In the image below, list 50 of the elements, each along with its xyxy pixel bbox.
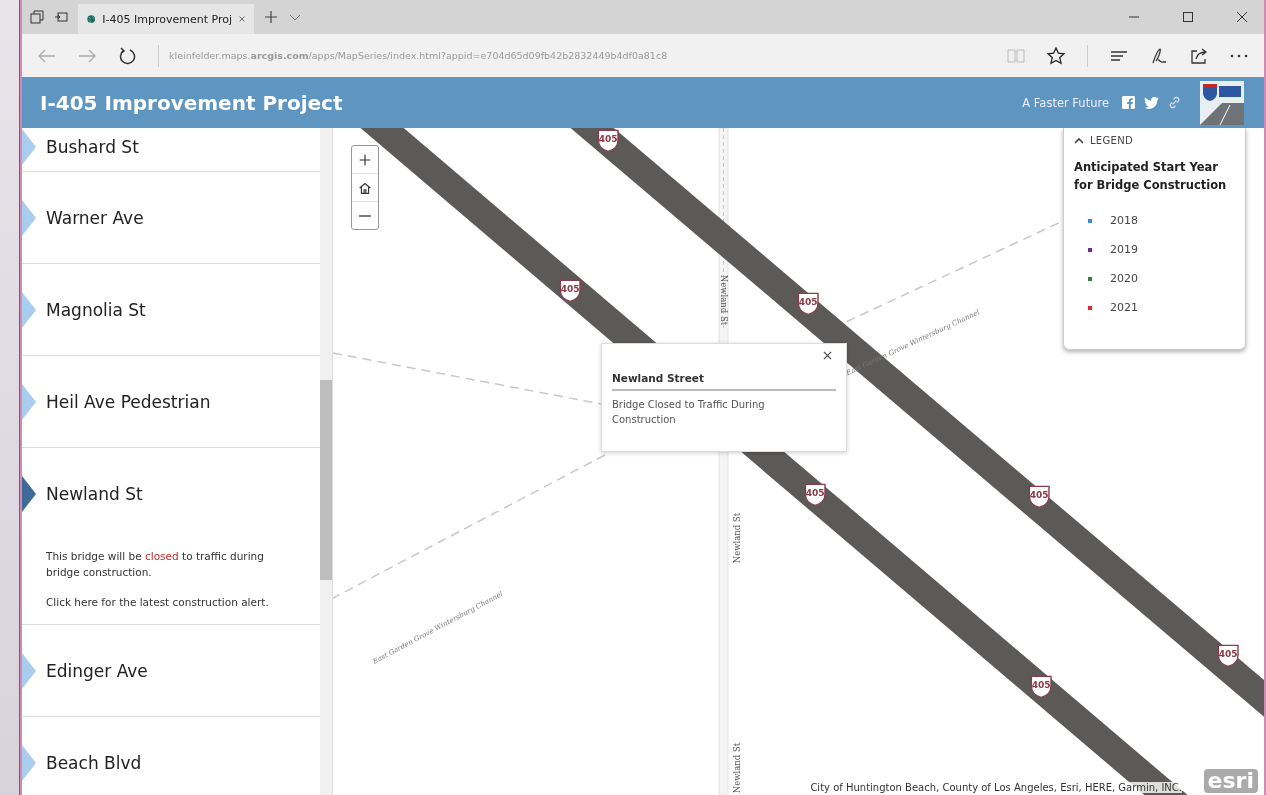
refresh-icon[interactable] (118, 46, 136, 65)
legend-label: 2019 (1110, 243, 1138, 256)
map[interactable] (333, 128, 1264, 795)
zoom-out-icon (358, 214, 372, 217)
legend-label: 2018 (1110, 214, 1138, 227)
share-icon[interactable] (1190, 46, 1208, 65)
scrollbar-thumb[interactable] (320, 380, 332, 580)
tabs-icon[interactable] (30, 10, 44, 24)
popup-text: Bridge Closed to Traffic During Construction (612, 398, 766, 427)
close-icon[interactable] (1236, 11, 1248, 23)
facebook-icon[interactable] (1122, 96, 1135, 109)
link-icon[interactable] (1168, 96, 1181, 109)
alert-link[interactable]: Click here for the latest construction alert. (46, 596, 269, 608)
pointer-icon (22, 383, 36, 420)
chevron-up-icon[interactable] (1074, 137, 1084, 144)
legend-heading[interactable]: LEGEND (1090, 135, 1133, 146)
description-text: This bridge will be closed to traffic during bridge construction. (46, 549, 265, 580)
more-icon[interactable] (1230, 53, 1248, 58)
twitter-icon[interactable] (1144, 96, 1159, 109)
maximize-icon[interactable] (1182, 11, 1194, 23)
street-label: Newland St (731, 512, 742, 564)
new-tab-icon[interactable] (264, 10, 278, 24)
browser-tab[interactable]: I-405 Improvement Proj (78, 4, 254, 34)
pen-icon[interactable] (1150, 46, 1168, 65)
pointer-icon (22, 199, 36, 236)
esri-logo: esri (1203, 769, 1258, 793)
pointer-icon (22, 291, 36, 328)
project-logo[interactable] (1200, 80, 1244, 125)
sidebar-item[interactable]: Bushard St (22, 128, 320, 172)
street-label: Newland St (719, 274, 729, 326)
hub-icon[interactable] (1110, 48, 1128, 63)
legend-label: 2021 (1110, 301, 1138, 314)
pointer-icon (22, 652, 36, 689)
pointer-icon (22, 476, 36, 512)
street-label: Newland St (731, 742, 742, 794)
pointer-icon (22, 744, 36, 781)
legend-title: Anticipated Start Year for Bridge Construction (1074, 159, 1228, 194)
close-icon[interactable] (823, 351, 832, 360)
highway-shield: 405 (559, 279, 581, 303)
tagline: A Faster Future (1022, 95, 1109, 110)
scrollbar[interactable] (320, 128, 332, 795)
pointer-icon (22, 129, 36, 165)
close-tab-icon[interactable] (239, 14, 245, 24)
set-aside-icon[interactable] (54, 10, 68, 24)
legend-label: 2020 (1110, 272, 1138, 285)
app-title: I-405 Improvement Project (40, 90, 343, 115)
star-icon[interactable] (1047, 46, 1065, 65)
globe-icon (87, 12, 96, 26)
popup-title: Newland Street (612, 372, 836, 391)
attribution-text: City of Huntington Beach, County of Los Angeles, Esri, HERE, Garmin, INC. (810, 782, 1182, 793)
